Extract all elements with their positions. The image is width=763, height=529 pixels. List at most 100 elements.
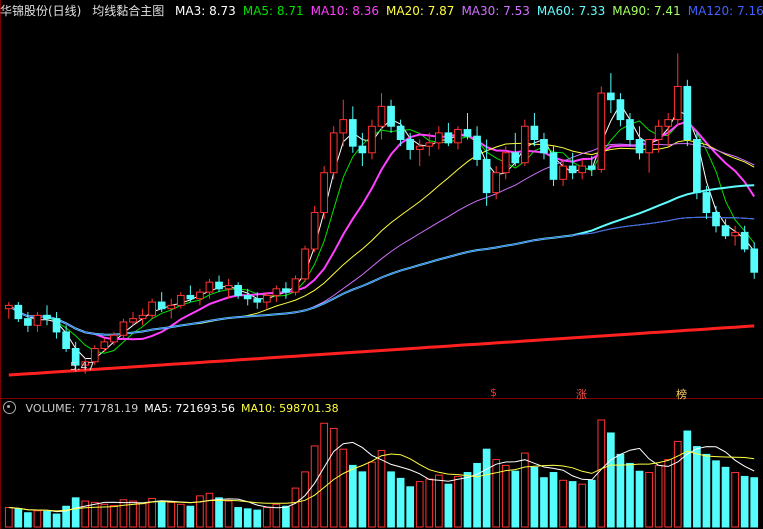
- candle-body: [664, 119, 673, 127]
- volume-bar: [282, 505, 290, 528]
- candle-body: [339, 119, 348, 134]
- volume-bar: [33, 510, 42, 528]
- candle-body: [654, 125, 663, 141]
- volume-bar: [607, 432, 615, 528]
- volume-bar: [52, 513, 61, 528]
- candle-body: [4, 304, 13, 310]
- volume-bar: [415, 481, 424, 528]
- volume-bar: [521, 452, 529, 528]
- left-border: [0, 0, 1, 529]
- candle-body: [24, 318, 32, 326]
- candle-body: [702, 192, 711, 214]
- volume-bar: [138, 503, 147, 528]
- volume-bar: [358, 471, 367, 528]
- candle-body: [253, 298, 262, 303]
- volume-bar: [215, 497, 223, 528]
- volume-bar: [205, 492, 214, 528]
- volume-bar: [100, 503, 109, 528]
- candle-body: [167, 304, 176, 310]
- volume-bar: [24, 512, 32, 528]
- volume-bar: [434, 474, 443, 528]
- candle-body: [129, 318, 137, 323]
- volume-bar: [492, 459, 501, 528]
- ma-line: [8, 216, 755, 336]
- ma-legend-item: MA60: 7.33: [536, 4, 606, 18]
- candle-body: [224, 284, 233, 290]
- candle-body: [387, 105, 395, 127]
- candle-body: [320, 172, 329, 213]
- volume-bar: [425, 478, 434, 528]
- candle-body: [234, 284, 242, 296]
- candle-body: [559, 165, 567, 180]
- candle-body: [568, 165, 577, 174]
- candle-body: [406, 139, 415, 150]
- volume-bar: [463, 472, 472, 528]
- candle-body: [358, 145, 367, 154]
- candle-body: [444, 132, 453, 144]
- stock-name[interactable]: 华锦股份(日线): [0, 4, 81, 18]
- candle-body: [196, 291, 204, 300]
- candle-body: [540, 139, 548, 154]
- settings-icon[interactable]: [3, 401, 16, 414]
- indicator-name[interactable]: 均线黏合主图: [92, 4, 164, 18]
- candle-body: [434, 132, 443, 144]
- volume-bar: [454, 475, 462, 528]
- volume-bar: [530, 466, 539, 528]
- volume-bar: [339, 448, 348, 528]
- candle-body: [492, 172, 501, 194]
- volume-bar: [291, 487, 300, 528]
- volume-bar: [387, 471, 395, 528]
- panel-divider: [0, 398, 763, 399]
- candle-body: [511, 152, 520, 164]
- candle-body: [578, 165, 587, 174]
- candle-body: [33, 314, 42, 326]
- volume-bar: [262, 507, 271, 528]
- candle-body: [176, 294, 185, 306]
- volume-bar: [119, 499, 128, 528]
- ma-legend: MA3: 8.73 MA5: 8.71 MA10: 8.36 MA20: 7.87 MA…: [175, 4, 763, 18]
- volume-bar: [654, 464, 663, 528]
- candle-body: [157, 301, 166, 310]
- min-price-label: 5.47: [70, 360, 95, 373]
- candle-body: [262, 294, 271, 303]
- candle-body: [626, 119, 634, 141]
- candle-body: [186, 294, 195, 300]
- candle-body: [415, 145, 424, 150]
- volume-bar: [721, 466, 730, 528]
- candle-body: [52, 318, 61, 333]
- candle-body: [693, 139, 701, 194]
- volume-bar: [559, 479, 567, 528]
- volume-bar: [702, 453, 711, 528]
- volume-bar: [368, 461, 376, 528]
- volume-bar: [234, 507, 242, 528]
- volume-bar: [377, 449, 386, 528]
- volume-bar: [157, 500, 166, 528]
- volume-bar: [712, 460, 720, 528]
- candle-body: [138, 314, 147, 320]
- volume-bar: [348, 464, 357, 528]
- candle-body: [243, 294, 252, 300]
- volume-bar: [750, 477, 759, 528]
- volume-bar: [578, 483, 587, 528]
- ma-line: [8, 184, 755, 336]
- volume-bar: [511, 470, 520, 528]
- candle-body: [482, 158, 491, 194]
- candle-body: [463, 129, 472, 137]
- candle-body: [396, 125, 405, 141]
- candle-body: [673, 85, 682, 121]
- candle-body: [712, 212, 720, 227]
- volume-legend: VOLUME: 771781.19 MA5: 721693.56 MA10: 598…: [26, 402, 345, 415]
- candle-body: [272, 288, 281, 296]
- volume-legend-item: VOLUME: 771781.19: [25, 402, 139, 415]
- candle-body: [473, 135, 481, 160]
- volume-bar: [396, 477, 405, 528]
- volume-bar: [587, 479, 596, 528]
- candle-body: [205, 281, 214, 293]
- volume-bar: [14, 508, 23, 528]
- price-volume-chart[interactable]: [0, 0, 763, 529]
- tag-dollar[interactable]: $: [490, 386, 497, 399]
- candle-body: [645, 139, 653, 154]
- candle-body: [301, 248, 309, 280]
- candle-body: [368, 125, 376, 154]
- volume-bar: [740, 475, 749, 528]
